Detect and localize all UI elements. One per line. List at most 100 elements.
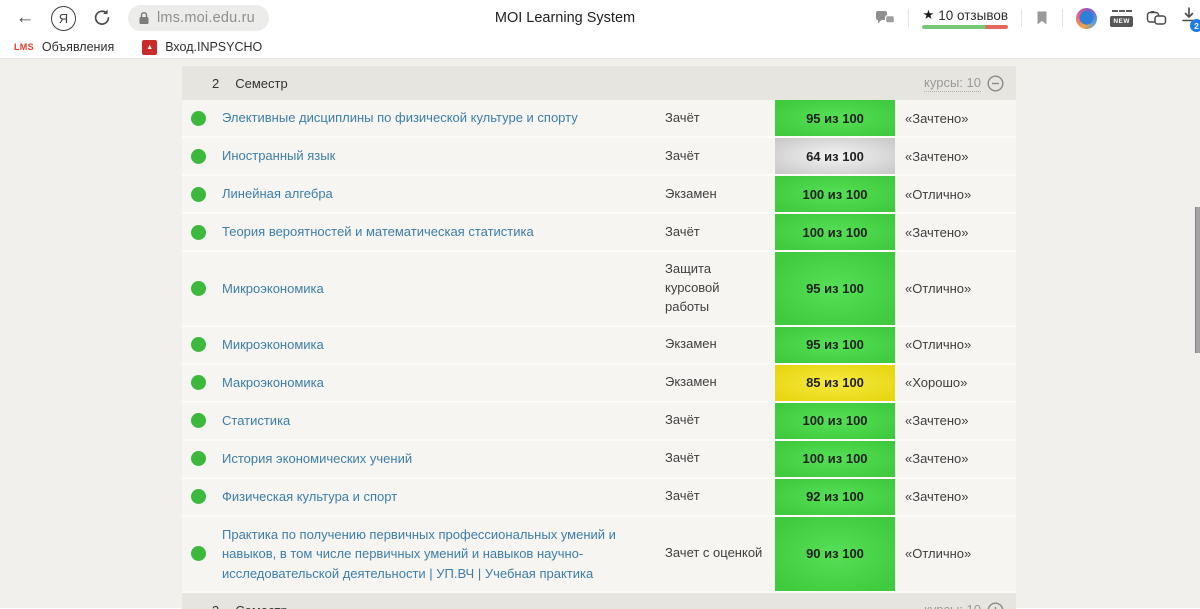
messenger-icon [875,9,895,27]
grade-text: «Хорошо» [895,365,1016,401]
site-reviews-button[interactable]: ★ 10 отзывов [922,7,1008,29]
collapse-minus-icon [987,75,1004,92]
status-cell [182,176,222,212]
capture-new-button[interactable]: NEW [1110,10,1133,27]
lock-icon [138,11,150,25]
back-arrow-icon: ← [16,7,35,29]
course-row: Элективные дисциплины по физической куль… [182,100,1016,138]
course-link[interactable]: Статистика [222,403,665,439]
semester-title: Семестр [235,76,287,91]
assessment-type: Зачёт [665,479,775,515]
course-row: Практика по получению первичных професси… [182,517,1016,594]
divider [908,9,909,27]
status-cell [182,100,222,136]
course-link[interactable]: Физическая культура и спорт [222,479,665,515]
address-bar[interactable]: lms.moi.edu.ru [128,5,269,31]
course-link[interactable]: Микроэкономика [222,252,665,325]
star-icon: ★ [923,7,935,23]
grade-text: «Зачтено» [895,138,1016,174]
status-cell [182,441,222,477]
assessment-type: Зачёт [665,138,775,174]
browser-toolbar: ← Я lms.moi.edu.ru MOI Learning System [0,0,1200,36]
courses-count-label: курсы: 10 [924,602,981,609]
status-cell [182,517,222,592]
vertical-scrollbar[interactable] [1195,207,1200,353]
course-link[interactable]: Элективные дисциплины по физической куль… [222,100,665,136]
grade-text: «Зачтено» [895,479,1016,515]
new-badge: NEW [1110,16,1133,27]
downloads-button[interactable]: 2 [1180,7,1198,29]
capture-brackets-icon [1112,10,1132,15]
expand-semester-control[interactable]: курсы: 10 [924,602,1004,609]
status-cell [182,365,222,401]
grade-text: «Зачтено» [895,100,1016,136]
assessment-type: Экзамен [665,365,775,401]
course-link[interactable]: Макроэкономика [222,365,665,401]
assessment-type: Защита курсовой работы [665,252,775,325]
assessment-type: Зачёт [665,100,775,136]
assessment-type: Экзамен [665,176,775,212]
score-badge: 90 из 100 [775,517,895,592]
course-row: Линейная алгебраЭкзамен100 из 100«Отличн… [182,176,1016,214]
tab-groups-button[interactable] [1146,9,1167,27]
course-link[interactable]: Линейная алгебра [222,176,665,212]
assessment-type: Зачёт [665,403,775,439]
status-dot-icon [191,111,206,126]
assessment-type: Зачет с оценкой [665,517,775,592]
course-link[interactable]: История экономических учений [222,441,665,477]
status-cell [182,327,222,363]
status-cell [182,479,222,515]
tab-groups-icon [1146,9,1167,27]
reviews-label: 10 отзывов [938,8,1008,23]
grade-text: «Зачтено» [895,403,1016,439]
status-dot-icon [191,337,206,352]
bookmarks-bar: LMS Объявления ▲ Вход.INPSYCHO [0,36,1200,59]
status-cell [182,252,222,325]
assessment-type: Зачёт [665,441,775,477]
divider [1021,9,1022,27]
course-list: Элективные дисциплины по физической куль… [182,100,1016,593]
course-link[interactable]: Микроэкономика [222,327,665,363]
refresh-button[interactable] [89,5,115,31]
score-badge: 100 из 100 [775,441,895,477]
course-row: История экономических ученийЗачёт100 из … [182,441,1016,479]
yandex-logo-icon[interactable]: Я [51,6,76,31]
status-dot-icon [191,281,206,296]
semester-number: 3 [212,603,219,609]
messenger-button[interactable] [875,9,895,27]
course-link[interactable]: Иностранный язык [222,138,665,174]
course-row: МакроэкономикаЭкзамен85 из 100«Хорошо» [182,365,1016,403]
bookmark-item-announcements[interactable]: LMS Объявления [14,40,114,54]
course-row: Иностранный языкЗачёт64 из 100«Зачтено» [182,138,1016,176]
score-badge: 100 из 100 [775,176,895,212]
semester-title: Семестр [235,603,287,609]
collapse-semester-control[interactable]: курсы: 10 [924,75,1004,92]
score-badge: 85 из 100 [775,365,895,401]
rating-bar [922,25,1008,29]
lms-favicon: LMS [14,42,34,52]
grade-text: «Отлично» [895,252,1016,325]
back-button[interactable]: ← [12,5,38,31]
divider [1062,9,1063,27]
courses-count-label: курсы: 10 [924,75,981,92]
status-cell [182,214,222,250]
status-dot-icon [191,225,206,240]
url-text: lms.moi.edu.ru [157,10,255,26]
score-badge: 92 из 100 [775,479,895,515]
course-link[interactable]: Практика по получению первичных професси… [222,517,665,592]
grade-text: «Отлично» [895,517,1016,592]
score-badge: 95 из 100 [775,100,895,136]
yandex-logo-letter: Я [59,11,68,26]
grade-text: «Зачтено» [895,214,1016,250]
status-dot-icon [191,375,206,390]
extension-sphere-icon[interactable] [1076,8,1097,29]
grade-text: «Отлично» [895,327,1016,363]
status-dot-icon [191,413,206,428]
bookmark-button[interactable] [1035,10,1049,26]
course-link[interactable]: Теория вероятностей и математическая ста… [222,214,665,250]
bookmark-item-inpsycho[interactable]: ▲ Вход.INPSYCHO [142,40,262,55]
course-row: Физическая культура и спортЗачёт92 из 10… [182,479,1016,517]
course-row: Теория вероятностей и математическая ста… [182,214,1016,252]
semester-number: 2 [212,76,219,91]
bookmark-label: Объявления [42,40,114,54]
